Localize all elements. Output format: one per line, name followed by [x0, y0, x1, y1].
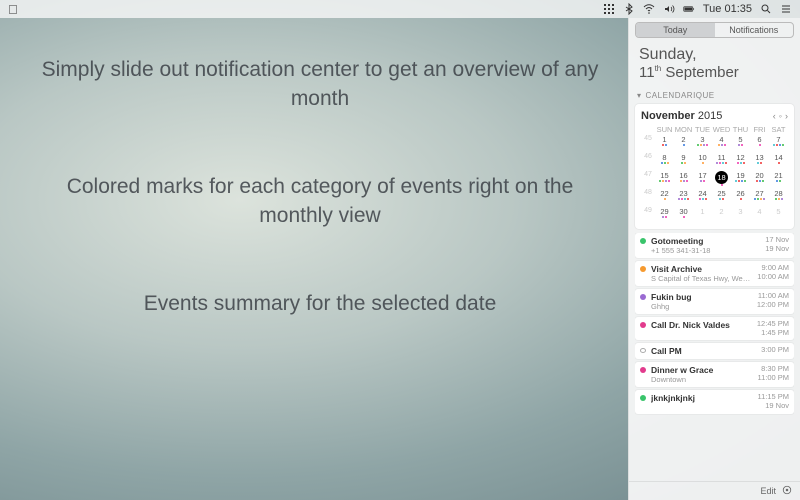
- bluetooth-icon[interactable]: [623, 3, 635, 15]
- calendar-day[interactable]: 28: [769, 189, 788, 207]
- calendar-day[interactable]: 12: [731, 153, 750, 171]
- calendar-day[interactable]: 2: [674, 135, 693, 153]
- widget-name: CALENDARIQUE: [646, 91, 715, 100]
- calendar-day[interactable]: 9: [674, 153, 693, 171]
- calendar-day[interactable]: 4: [750, 207, 769, 225]
- calendar-day[interactable]: 23: [674, 189, 693, 207]
- event-item[interactable]: Fukin bugGhhg11:00 AM12:00 PM: [635, 289, 794, 314]
- calendar-day[interactable]: 30: [674, 207, 693, 225]
- calendar-day[interactable]: 13: [750, 153, 769, 171]
- calendar-day[interactable]: 19: [731, 171, 750, 189]
- calendar-day[interactable]: 14: [769, 153, 788, 171]
- calendar-day[interactable]: 5: [731, 135, 750, 153]
- event-item[interactable]: Call Dr. Nick Valdes12:45 PM1:45 PM: [635, 317, 794, 340]
- calendar-day[interactable]: 1: [693, 207, 712, 225]
- calendar-day[interactable]: 16: [674, 171, 693, 189]
- menubar-clock[interactable]: Tue 01:35: [703, 3, 752, 15]
- calendar-day[interactable]: 4: [712, 135, 731, 153]
- spotlight-icon[interactable]: [760, 3, 772, 15]
- calendar-day[interactable]: 26: [731, 189, 750, 207]
- grid-icon[interactable]: [603, 3, 615, 15]
- event-item[interactable]: Visit ArchiveS Capital of Texas Hwy, Wes…: [635, 261, 794, 286]
- calendar-card: November 2015 ‹ ◦ › SUNMONTUEWEDTHUFRISA…: [635, 104, 794, 229]
- volume-icon[interactable]: [663, 3, 675, 15]
- calendar-day[interactable]: 24: [693, 189, 712, 207]
- calendar-day[interactable]: 1: [655, 135, 674, 153]
- nc-edit-bar: Edit: [629, 481, 800, 500]
- calendar-day[interactable]: 3: [731, 207, 750, 225]
- chevron-down-icon: ▾: [637, 91, 642, 100]
- calendar-day[interactable]: 25: [712, 189, 731, 207]
- calendar-day[interactable]: 11: [712, 153, 731, 171]
- event-item[interactable]: Call PM3:00 PM: [635, 343, 794, 359]
- event-item[interactable]: jknkjnkjnkj11:15 PM19 Nov: [635, 390, 794, 413]
- calendar-day[interactable]: 2: [712, 207, 731, 225]
- month-grid: SUNMONTUEWEDTHUFRISAT 451234567468910111…: [641, 124, 788, 225]
- calendar-day[interactable]: 18: [712, 171, 731, 189]
- calendar-month-label: November 2015: [641, 110, 722, 122]
- promo-copy: Simply slide out notification center to …: [40, 55, 600, 376]
- notification-center-icon[interactable]: [780, 3, 792, 15]
- nc-tabs: Today Notifications: [635, 22, 794, 38]
- event-list: Gotomeeting+1 555 341-31-1817 Nov19 Nov V…: [635, 233, 794, 481]
- notification-center-panel: Today Notifications Sunday, 11th Septemb…: [628, 18, 800, 500]
- calendar-day[interactable]: 7: [769, 135, 788, 153]
- tab-notifications[interactable]: Notifications: [715, 23, 794, 37]
- today-dayofweek: Sunday,: [639, 46, 790, 64]
- calendar-day[interactable]: 21: [769, 171, 788, 189]
- calendar-day[interactable]: 20: [750, 171, 769, 189]
- edit-button[interactable]: Edit: [760, 486, 776, 496]
- calendar-day[interactable]: 3: [693, 135, 712, 153]
- prev-month-button[interactable]: ‹: [773, 111, 776, 121]
- event-item[interactable]: Dinner w GraceDowntown8:30 PM11:00 PM: [635, 362, 794, 387]
- promo-line-3: Events summary for the selected date: [40, 289, 600, 318]
- battery-icon[interactable]: [683, 3, 695, 15]
- today-date-header: Sunday, 11th September: [629, 42, 800, 89]
- next-month-button[interactable]: ›: [785, 111, 788, 121]
- today-date: 11th September: [639, 64, 790, 81]
- widget-header[interactable]: ▾ CALENDARIQUE: [629, 89, 800, 102]
- calendar-day[interactable]: 5: [769, 207, 788, 225]
- promo-line-2: Colored marks for each category of event…: [40, 172, 600, 231]
- calendar-day[interactable]: 27: [750, 189, 769, 207]
- event-item[interactable]: Gotomeeting+1 555 341-31-1817 Nov19 Nov: [635, 233, 794, 258]
- calendar-day[interactable]: 15: [655, 171, 674, 189]
- calendar-day[interactable]: 8: [655, 153, 674, 171]
- calendar-day[interactable]: 22: [655, 189, 674, 207]
- wifi-icon[interactable]: [643, 3, 655, 15]
- today-dot-button[interactable]: ◦: [779, 111, 782, 121]
- promo-line-1: Simply slide out notification center to …: [40, 55, 600, 114]
- calendar-day[interactable]: 17: [693, 171, 712, 189]
- calendar-day[interactable]: 10: [693, 153, 712, 171]
- calendar-day[interactable]: 6: [750, 135, 769, 153]
- calendar-day[interactable]: 29: [655, 207, 674, 225]
- tab-today[interactable]: Today: [636, 23, 715, 37]
- menubar:  Tue 01:35: [0, 0, 800, 18]
- apple-menu-icon[interactable]: : [8, 3, 18, 16]
- gear-icon[interactable]: [782, 485, 792, 497]
